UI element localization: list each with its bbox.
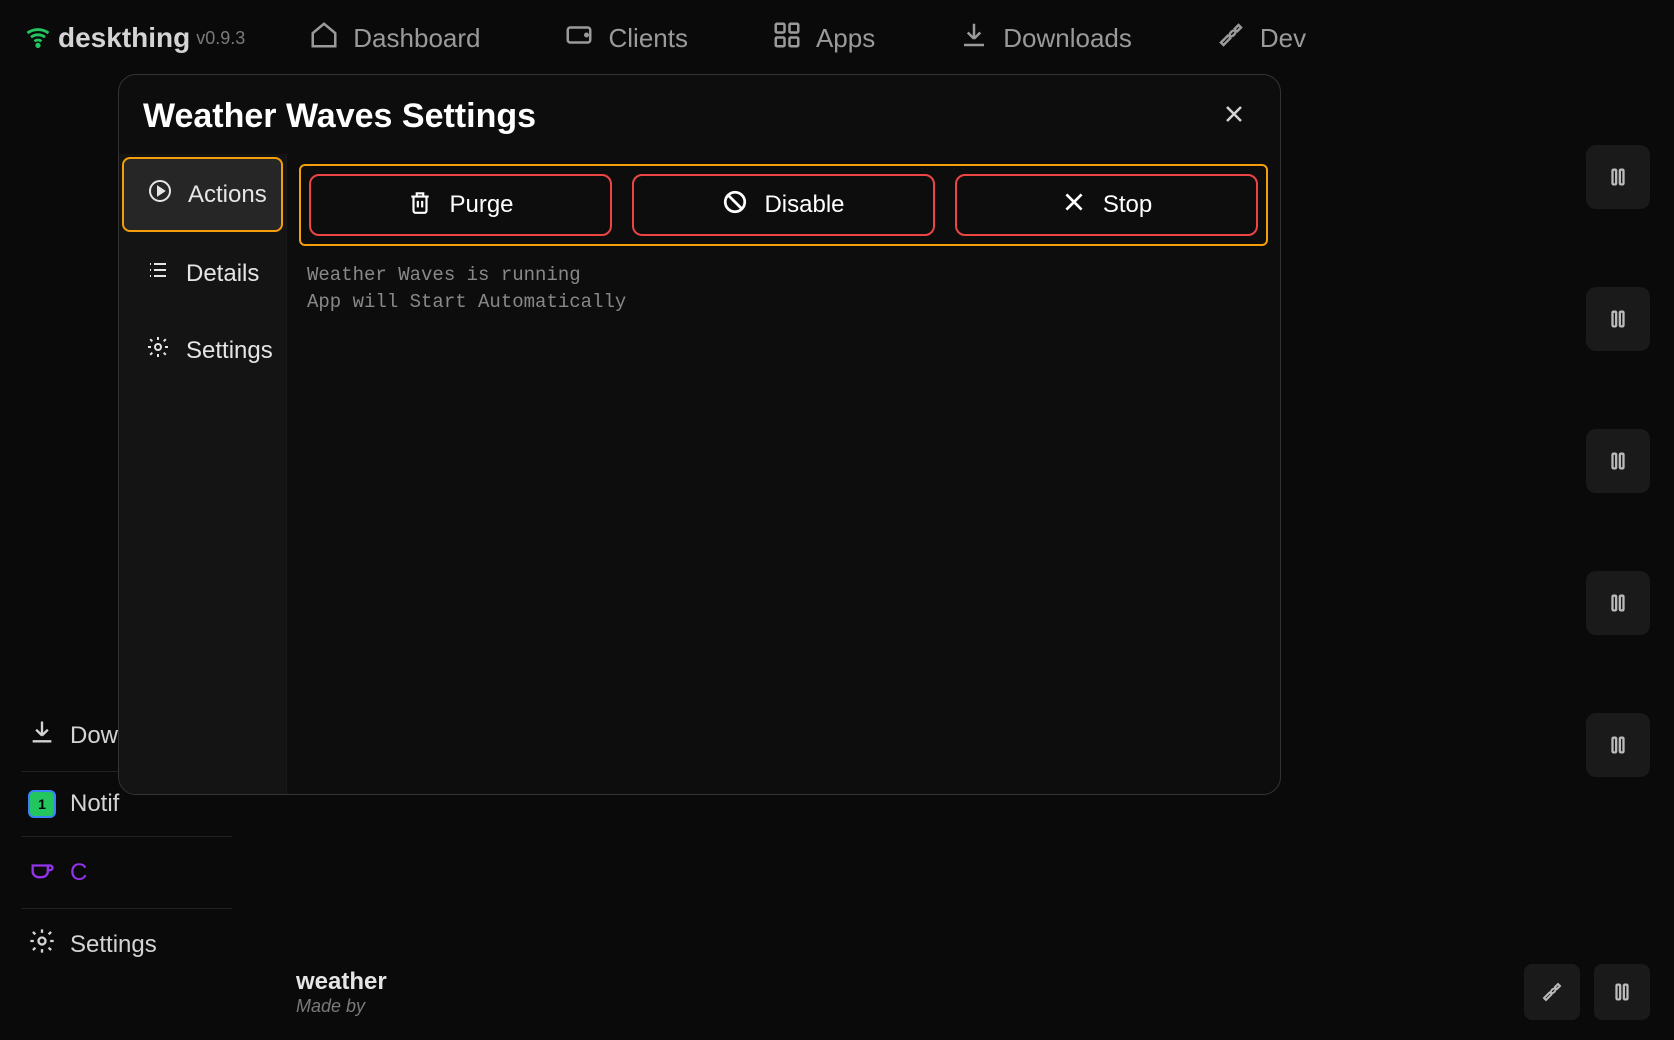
sidebar-coffee[interactable]: C [22,837,232,909]
close-button[interactable] [1218,101,1250,133]
nav-apps[interactable]: Apps [772,20,875,57]
tab-settings[interactable]: Settings [122,315,283,386]
pause-button[interactable] [1586,713,1650,777]
wrench-icon [1216,20,1246,57]
nav-clients[interactable]: Clients [564,20,687,57]
pause-button[interactable] [1586,571,1650,635]
modal-title: Weather Waves Settings [143,97,536,136]
pause-button[interactable] [1586,145,1650,209]
nav-dashboard[interactable]: Dashboard [309,20,480,57]
close-icon [1061,189,1087,222]
sidebar-settings[interactable]: Settings [22,909,232,980]
wrench-button[interactable] [1524,964,1580,1020]
wifi-icon [24,22,52,55]
close-icon [1222,102,1246,131]
settings-modal: Weather Waves Settings Actions Details S… [118,74,1281,795]
stop-button[interactable]: Stop [955,174,1258,236]
ban-icon [722,189,748,222]
tab-actions[interactable]: Actions [122,157,283,232]
top-navigation: deskthing v0.9.3 Dashboard Clients Apps [0,0,1674,76]
home-icon [309,20,339,57]
app-name: weather [296,968,1524,996]
notification-badge: 1 [28,790,56,818]
list-icon [146,258,170,289]
pause-button[interactable] [1594,964,1650,1020]
brand-name: deskthing [58,22,190,54]
modal-sidebar: Actions Details Settings [119,154,287,794]
brand: deskthing v0.9.3 [24,22,245,55]
purge-button[interactable]: Purge [309,174,612,236]
coffee-icon [28,855,56,890]
gear-icon [146,335,170,366]
brand-version: v0.9.3 [196,28,245,49]
pause-button[interactable] [1586,429,1650,493]
trash-icon [407,189,433,222]
status-text: Weather Waves is running App will Start … [299,260,1268,317]
grid-icon [772,20,802,57]
bottom-app-row: weather Made by [296,964,1650,1020]
app-madeby: Made by [296,996,1524,1017]
gear-icon [28,927,56,962]
play-icon [148,179,172,210]
tab-details[interactable]: Details [122,238,283,309]
nav-downloads[interactable]: Downloads [959,20,1132,57]
device-icon [564,20,594,57]
pause-button[interactable] [1586,287,1650,351]
action-row: Purge Disable Stop [299,164,1268,246]
download-icon [959,20,989,57]
side-pause-buttons [1586,145,1650,777]
download-icon [28,718,56,753]
disable-button[interactable]: Disable [632,174,935,236]
nav-dev[interactable]: Dev [1216,20,1306,57]
